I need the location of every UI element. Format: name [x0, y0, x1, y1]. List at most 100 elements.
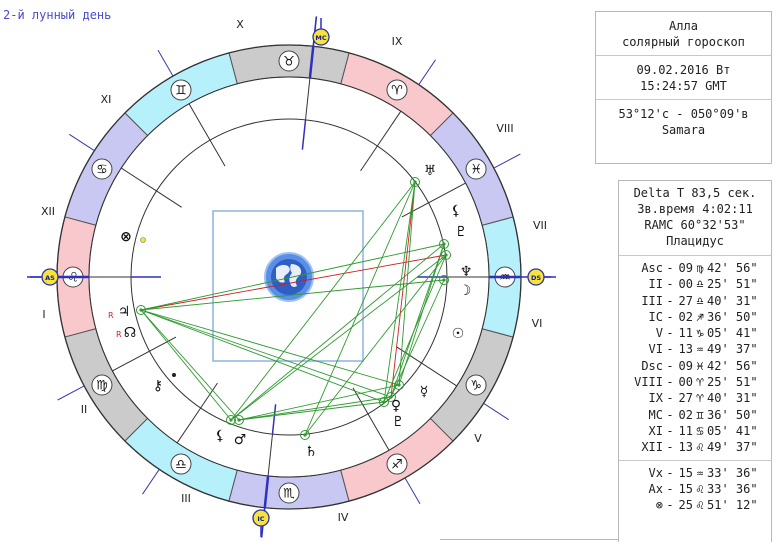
mercury-icon[interactable]: ☿ [420, 384, 429, 400]
cusp-deg: 09 [678, 261, 693, 275]
cusp-sign: ♊ [696, 407, 704, 422]
cusp-row: III -27 ♎ 40' 31" [623, 293, 771, 309]
cusp-sign: ♓ [696, 358, 704, 373]
chart-wheel[interactable]: ♈♉♊♋♌♍♎♏♐♑♒♓ ♃☊⚷⊗♂⚸♄♀♇☿☉☽♆♅⚸RR♇ IIIIIIIV… [0, 0, 600, 541]
separator: - [666, 358, 674, 373]
cusp-name: XI [648, 423, 663, 438]
house-label: III [181, 492, 191, 505]
house-label: I [42, 308, 45, 321]
lilith-icon[interactable]: ⚸ [215, 428, 225, 444]
cusp-deg: 00 [678, 375, 693, 390]
cusp-name: V [655, 326, 663, 341]
point-row: Vx -15 ♒ 33' 36" [623, 465, 771, 481]
planets: ♃☊⚷⊗♂⚸♄♀♇☿☉☽♆♅⚸RR♇ [108, 163, 472, 460]
sign-glyph: ♋ [96, 163, 108, 178]
cusp-name: Dsc [641, 358, 663, 373]
cusp-deg: 13 [678, 440, 693, 455]
house-label: V [474, 432, 482, 445]
separator: - [666, 481, 674, 496]
house-cusp-line [112, 350, 150, 372]
house-label: X [236, 18, 244, 31]
house-label: II [81, 403, 88, 416]
cusp-deg: 00 [678, 277, 693, 292]
aspect-line [383, 181, 416, 403]
aspect-line [238, 384, 400, 421]
sign-glyph: ♐ [391, 458, 403, 473]
sign-glyph: ♎ [175, 458, 187, 473]
aspect-line [304, 254, 447, 436]
cusp-deg: 11 [678, 423, 693, 438]
venus-icon[interactable]: ♀ [391, 398, 401, 414]
cusp-deg: 15 [678, 481, 693, 496]
cusp-min: 42' 56" [707, 261, 758, 275]
cusp-deg: 13 [678, 342, 693, 357]
cusp-sign: ♈ [696, 375, 704, 390]
cusp-list: Asc -09 ♍ 42' 56" II -00 ♎ 25' 51" III -27 ♎ 40' 31… [619, 260, 771, 456]
cusp-row: II -00 ♎ 25' 51" [623, 276, 771, 292]
chart-info-panel: Алла солярный гороскоп 09.02.2016 Вт 15:… [595, 11, 772, 164]
cusp-sign: ♎ [696, 293, 704, 308]
sign-glyph: ♊ [175, 83, 187, 98]
cusp-name: IX [648, 391, 663, 406]
separator: - [666, 423, 674, 438]
cusp-sign: ♒ [696, 465, 704, 480]
cusp-deg: 27 [678, 391, 693, 406]
cusp-row: MC -02 ♊ 36' 50" [623, 407, 771, 423]
cusp-deg: 02 [678, 309, 693, 324]
separator: - [666, 407, 674, 422]
node-icon[interactable]: ☊ [124, 325, 136, 341]
chart-type: солярный гороскоп [622, 35, 745, 49]
house-label: VIII [496, 122, 513, 135]
separator: - [666, 293, 674, 308]
neptune-icon[interactable]: ♆ [460, 264, 473, 280]
cusp-name: IC [648, 309, 663, 324]
ic-label: IC [257, 515, 264, 523]
separator: - [666, 342, 674, 357]
retrograde-mark: R [116, 330, 122, 339]
cusp-name: XII [641, 440, 663, 455]
lilith-icon[interactable]: ⚸ [451, 203, 461, 219]
aspect-line [383, 254, 447, 403]
house-label: IV [338, 511, 349, 524]
cusp-min: 49' 37" [707, 342, 758, 357]
chiron-icon[interactable]: ⚷ [153, 378, 163, 394]
uranus-icon[interactable]: ♅ [424, 163, 437, 179]
dsc-label: DS [531, 274, 541, 282]
house-cusp-line [376, 110, 402, 147]
cusp-min: 33' 36" [707, 481, 758, 496]
moon-icon[interactable]: ☽ [459, 283, 472, 299]
cusp-min: 40' 31" [707, 391, 758, 406]
sun-icon[interactable]: ☉ [452, 326, 465, 342]
house-label: VII [533, 219, 547, 232]
pluto-icon[interactable]: ♇ [392, 414, 405, 430]
chart-date: 09.02.2016 Вт [636, 63, 731, 77]
fortune-icon[interactable]: ⊗ [120, 229, 132, 245]
cusp-deg: 09 [678, 358, 693, 373]
cusp-sign: ♌ [696, 481, 704, 496]
saturn-icon[interactable]: ♄ [305, 444, 318, 460]
cusp-name: II [648, 277, 663, 292]
mars-icon[interactable]: ♂ [234, 432, 247, 448]
cusp-sign: ♈ [696, 391, 704, 406]
cusp-min: 36' 50" [707, 407, 758, 422]
cusp-min: 51' 12" [707, 498, 758, 513]
cusp-min: 25' 51" [707, 277, 758, 292]
cusp-deg: 25 [678, 498, 693, 513]
separator: - [666, 261, 674, 275]
cusp-row: IX -27 ♈ 40' 31" [623, 390, 771, 406]
house-cusp-line [428, 182, 466, 204]
star-time: Зв.время 4:02:11 [637, 202, 753, 216]
cusp-sign: ♑ [696, 326, 704, 341]
cusp-row: VIII -00 ♈ 25' 51" [623, 374, 771, 390]
cusp-row: IC -02 ♐ 36' 50" [623, 309, 771, 325]
jupiter-icon[interactable]: ♃ [118, 304, 131, 320]
house-label: VI [532, 317, 543, 330]
cusp-row: XII -13 ♌ 49' 37" [623, 439, 771, 455]
cusp-min: 40' 31" [707, 293, 758, 308]
pluto-icon[interactable]: ♇ [455, 224, 468, 240]
ramc: RAMC 60°32'53" [644, 218, 746, 232]
aspect-line [390, 243, 445, 398]
house-label: XII [41, 205, 55, 218]
separator: - [666, 309, 674, 324]
cusp-name: Vx [648, 465, 663, 480]
